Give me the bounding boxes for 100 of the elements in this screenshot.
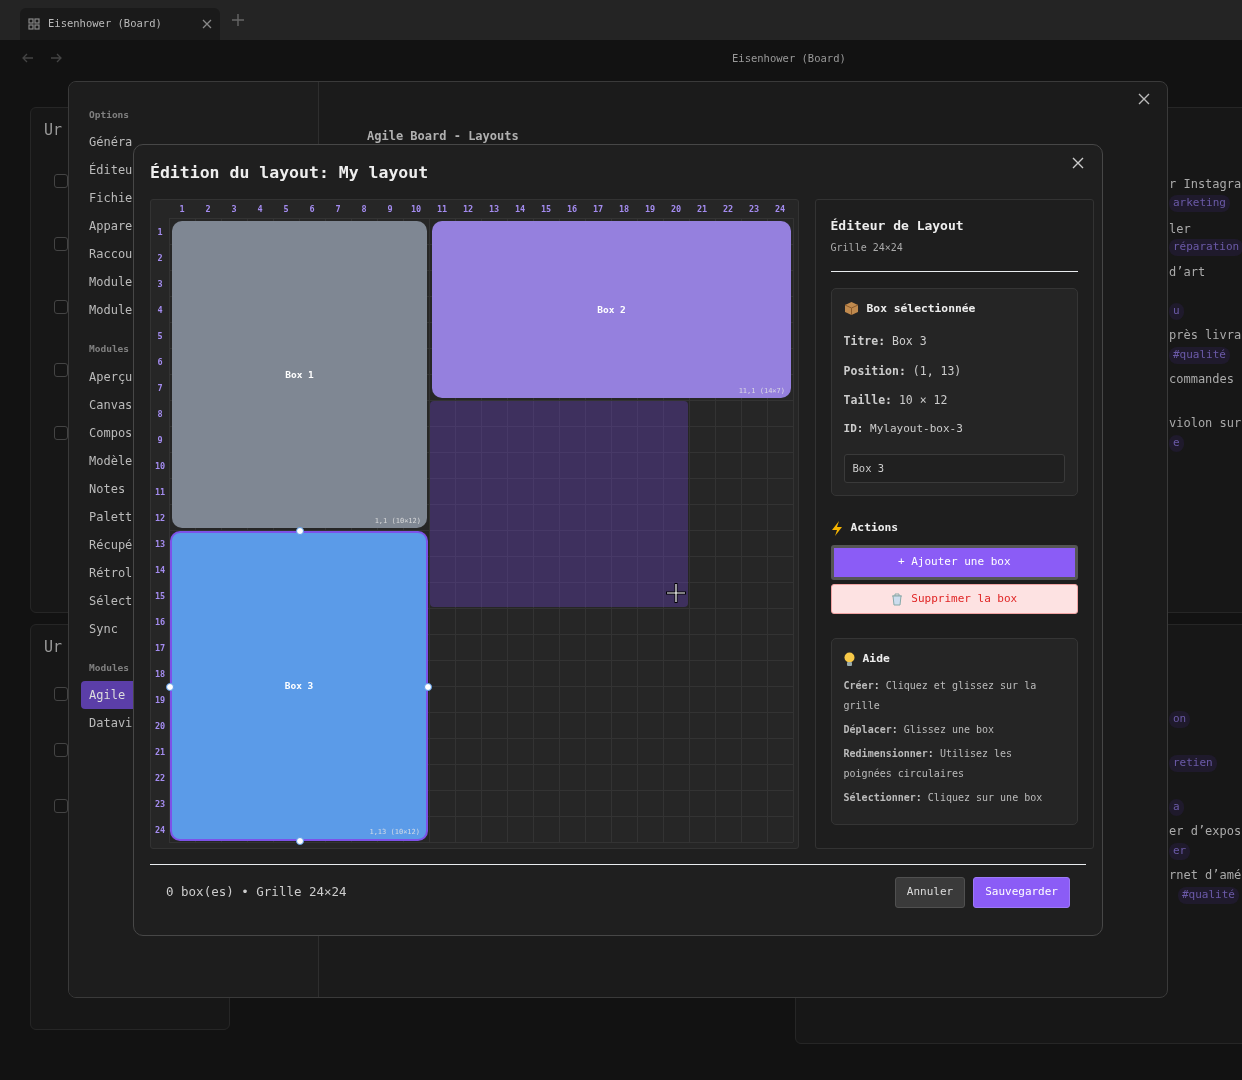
row-number: 5 [156,330,164,343]
section-heading: Actions [850,520,899,537]
column-number: 10 [409,203,423,216]
status-text: 0 box(es) • Grille 24×24 [166,882,348,901]
grid-size-text: Grille 24×24 [830,239,1078,272]
row-number: 13 [153,538,167,551]
column-number: 13 [487,203,501,216]
row-number: 7 [156,382,164,395]
column-number: 8 [360,203,368,216]
row-number: 17 [153,642,167,655]
crosshair-cursor-icon [666,583,686,603]
row-number: 11 [153,486,167,499]
checkbox[interactable] [54,743,68,757]
grid-icon [28,18,40,30]
save-button[interactable]: Sauvegarder [973,877,1070,908]
field-text: Titre: Box 3 [843,333,928,351]
section-title: Agile Board - Layouts [367,130,519,143]
title-input[interactable]: Box 3 [843,453,1065,484]
row-number: 1 [156,226,164,239]
column-number: 7 [334,203,342,216]
trash-icon [891,592,904,606]
row-number: 23 [153,798,167,811]
column-number: 19 [643,203,657,216]
cancel-button[interactable]: Annuler [894,877,966,908]
row-number: 10 [153,460,167,473]
row-number: 15 [153,590,167,603]
close-icon[interactable] [202,19,212,29]
dialog-title: Édition du layout: My layout [150,163,429,183]
checkbox[interactable] [54,687,68,701]
column-number: 22 [721,203,735,216]
back-arrow-icon[interactable] [22,52,34,64]
lightbulb-icon [843,652,855,668]
tag-label: retien [1169,755,1217,772]
section-label: Modules [88,660,131,675]
column-number: 17 [591,203,605,216]
tag-label: réparation [1169,239,1242,256]
box-icon [843,301,859,317]
forward-arrow-icon[interactable] [50,52,62,64]
section-label: Options [88,108,131,122]
column-number: 5 [282,203,290,216]
resize-handle[interactable] [424,683,432,691]
checkbox[interactable] [54,300,68,314]
checkbox[interactable] [54,237,68,251]
checkbox[interactable] [54,174,68,188]
row-number: 6 [156,356,164,369]
task-text: er d’expos [1169,823,1242,840]
tag-label: #qualité [1169,347,1230,364]
column-number: 15 [539,203,553,216]
lightning-icon [830,521,843,537]
add-button[interactable]: + Ajouter une box [830,545,1078,580]
row-number: 9 [156,434,164,447]
row-number: 18 [153,668,167,681]
tag-label: on [1169,711,1191,728]
column-number: 11 [435,203,449,216]
card-heading: Aide [862,651,890,668]
card-title: Ur [44,120,63,141]
panel-title: Éditeur de Layout [830,217,965,235]
tag-label: er [1169,843,1191,860]
field-text: Taille: 10 × 12 [843,391,949,409]
row-number: 20 [153,720,167,733]
resize-handle[interactable] [166,683,174,691]
column-number: 1 [178,203,186,216]
tag-label: #qualité [1178,887,1239,904]
help-text: Déplacer: Glissez une box [843,723,996,738]
plus-icon[interactable] [231,13,245,27]
checkbox[interactable] [54,799,68,813]
tag-label: arketing [1169,195,1230,212]
tag-label: a [1169,799,1184,816]
column-number: 20 [669,203,683,216]
page-title: Eisenhower (Board) [732,51,846,66]
row-number: 12 [153,512,167,525]
delete-button[interactable]: Supprimer la box [830,583,1078,615]
browser-tab[interactable]: Eisenhower (Board) [20,8,220,40]
column-number: 4 [256,203,264,216]
checkbox[interactable] [54,426,68,440]
field-text: ID: Mylayout-box-3 [843,421,964,438]
task-text: près livra [1169,327,1242,344]
task-text: commandes [1169,371,1235,388]
close-icon[interactable] [1138,93,1150,105]
section-label: Modules [88,342,131,357]
resize-handle[interactable] [296,837,304,845]
tag-label: e [1169,435,1184,452]
row-number: 16 [153,616,167,629]
close-icon[interactable] [1072,157,1084,169]
row-number: 8 [156,408,164,421]
task-text: r Instagra [1169,176,1242,193]
row-number: 24 [153,824,167,837]
card-title: Ur [44,637,63,658]
column-number: 23 [747,203,761,216]
resize-handle[interactable] [296,527,304,535]
task-text: rnet d’amé [1169,867,1242,884]
column-number: 9 [386,203,394,216]
help-text: Redimensionner: Utilisez les poignées circulaires [843,747,1014,782]
column-number: 6 [308,203,316,216]
column-number: 14 [513,203,527,216]
column-number: 18 [617,203,631,216]
help-text: Créer: Cliquez et glissez sur la grille [843,679,1038,714]
checkbox[interactable] [54,363,68,377]
field-text: Position: (1, 13) [843,362,963,380]
row-number: 3 [156,278,164,291]
